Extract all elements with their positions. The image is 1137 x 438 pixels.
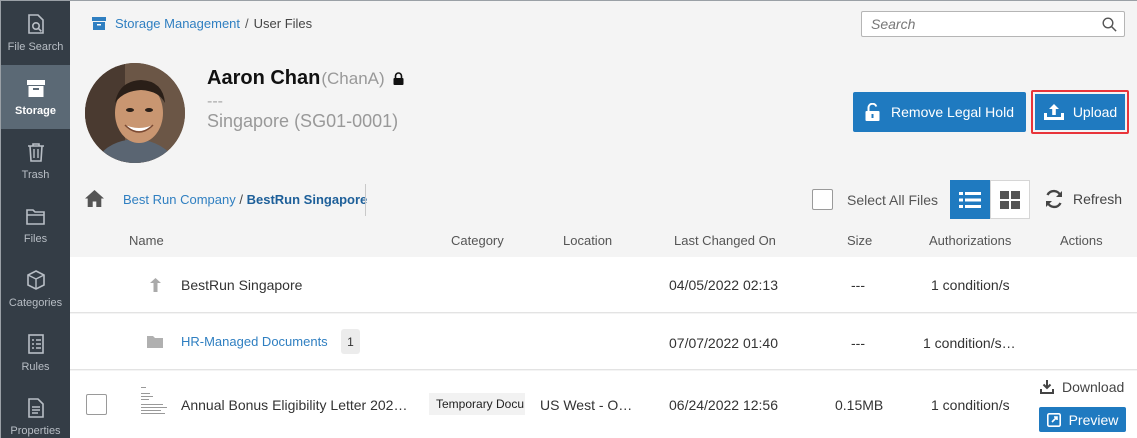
row-authorizations: 1 condition/s [931, 277, 1010, 293]
column-header-location[interactable]: Location [563, 233, 612, 248]
search-box [861, 11, 1125, 37]
column-header-size[interactable]: Size [847, 233, 872, 248]
select-all-label: Select All Files [847, 191, 939, 208]
folder-breadcrumb-parent[interactable]: Best Run Company [123, 192, 236, 207]
refresh-label: Refresh [1073, 191, 1123, 207]
column-header-last-changed[interactable]: Last Changed On [674, 233, 776, 248]
up-arrow-icon [150, 278, 161, 292]
lock-icon [393, 72, 404, 85]
row-authorizations: 1 condition/s [931, 397, 1010, 413]
list-view-button[interactable] [950, 180, 990, 219]
download-icon [1040, 380, 1054, 394]
document-thumbnail [140, 385, 170, 423]
row-last-changed: 07/07/2022 01:40 [669, 335, 778, 351]
sidebar-item-label: Files [23, 233, 48, 245]
download-button[interactable]: Download [1040, 379, 1124, 395]
breadcrumb-storage-management[interactable]: Storage Management [115, 16, 240, 31]
search-input[interactable] [862, 12, 1092, 36]
upload-icon [1043, 104, 1064, 120]
download-label: Download [1062, 379, 1125, 395]
select-all-files[interactable]: Select All Files [812, 189, 938, 210]
folder-breadcrumb-separator: / [239, 192, 243, 207]
list-view-icon [959, 191, 981, 208]
table-row[interactable]: HR-Managed Documents 1 07/07/2022 01:40 … [70, 314, 1137, 370]
home-icon[interactable] [85, 190, 104, 207]
sidebar-item-files[interactable]: Files [1, 193, 70, 257]
row-last-changed: 06/24/2022 12:56 [669, 397, 778, 413]
user-name: Aaron Chan [207, 67, 321, 89]
table-row[interactable]: Annual Bonus Eligibility Letter 202… Tem… [70, 371, 1137, 438]
search-icon[interactable] [1102, 17, 1117, 32]
rules-list-icon [27, 334, 44, 354]
storage-box-icon [26, 80, 45, 97]
row-name[interactable]: BestRun Singapore [181, 277, 302, 293]
user-subtitle: --- [207, 93, 223, 110]
sidebar-item-label: Categories [8, 297, 63, 309]
sidebar-item-rules[interactable]: Rules [1, 321, 70, 385]
refresh-icon [1046, 189, 1062, 209]
category-tag: Temporary Docu [429, 393, 525, 415]
user-location: Singapore (SG01-0001) [207, 111, 399, 131]
user-name-line: Aaron Chan (ChanA) [207, 67, 404, 90]
row-size: --- [851, 335, 865, 351]
cube-icon [26, 270, 45, 290]
row-authorizations: 1 condition/s… [923, 335, 1016, 351]
refresh-button[interactable]: Refresh [1044, 189, 1122, 209]
divider [365, 184, 366, 216]
sidebar-item-label: Trash [21, 169, 50, 181]
sidebar-item-properties[interactable]: Properties [1, 385, 70, 438]
unlock-icon [865, 103, 880, 121]
sidebar-item-file-search[interactable]: File Search [1, 1, 70, 65]
preview-button[interactable]: Preview [1039, 407, 1126, 432]
user-id: (ChanA) [321, 68, 385, 88]
sidebar-item-trash[interactable]: Trash [1, 129, 70, 193]
remove-legal-hold-label: Remove Legal Hold [891, 104, 1014, 120]
storage-box-icon [92, 17, 106, 30]
row-size: --- [851, 277, 865, 293]
breadcrumb-current: User Files [253, 16, 313, 31]
folder-icon [25, 209, 45, 225]
upload-highlight: Upload [1031, 90, 1129, 134]
select-all-checkbox[interactable] [812, 189, 833, 210]
sidebar-item-label: File Search [7, 41, 64, 53]
preview-label: Preview [1068, 411, 1119, 428]
sidebar-item-storage[interactable]: Storage [1, 65, 70, 129]
file-search-icon [27, 14, 44, 34]
item-count-badge: 1 [341, 329, 360, 354]
upload-label: Upload [1072, 104, 1118, 120]
row-name-link[interactable]: HR-Managed Documents [181, 334, 328, 349]
row-name[interactable]: Annual Bonus Eligibility Letter 202… [181, 397, 407, 413]
sidebar: File Search Storage Trash Files Categori… [1, 1, 70, 438]
breadcrumb: Storage Management / User Files [92, 16, 312, 31]
column-header-category[interactable]: Category [451, 233, 504, 248]
grid-view-icon [1000, 190, 1020, 209]
sidebar-item-label: Properties [10, 425, 61, 437]
table-row[interactable]: BestRun Singapore 04/05/2022 02:13 --- 1… [70, 257, 1137, 313]
row-checkbox[interactable] [86, 394, 107, 415]
trash-icon [27, 143, 44, 162]
folder-breadcrumb: Best Run Company / BestRun Singapore [123, 192, 367, 207]
column-header-actions: Actions [1060, 233, 1103, 248]
remove-legal-hold-button[interactable]: Remove Legal Hold [853, 92, 1026, 132]
sidebar-item-label: Storage [15, 105, 56, 117]
row-size: 0.15MB [835, 397, 884, 413]
external-link-icon [1046, 412, 1061, 427]
sidebar-item-label: Rules [21, 361, 50, 373]
folder-icon [147, 336, 163, 348]
column-header-name[interactable]: Name [129, 233, 164, 248]
avatar [85, 63, 185, 163]
folder-breadcrumb-current: BestRun Singapore [246, 192, 368, 207]
row-last-changed: 04/05/2022 02:13 [669, 277, 778, 293]
column-header-authorizations[interactable]: Authorizations [929, 233, 1011, 248]
grid-view-button[interactable] [990, 180, 1030, 219]
sidebar-item-categories[interactable]: Categories [1, 257, 70, 321]
main-content: Storage Management / User Files Aaron Ch… [70, 1, 1137, 438]
breadcrumb-separator: / [245, 16, 249, 31]
upload-button[interactable]: Upload [1035, 94, 1125, 130]
row-location: US West - O… [540, 397, 633, 413]
properties-doc-icon [27, 398, 44, 418]
